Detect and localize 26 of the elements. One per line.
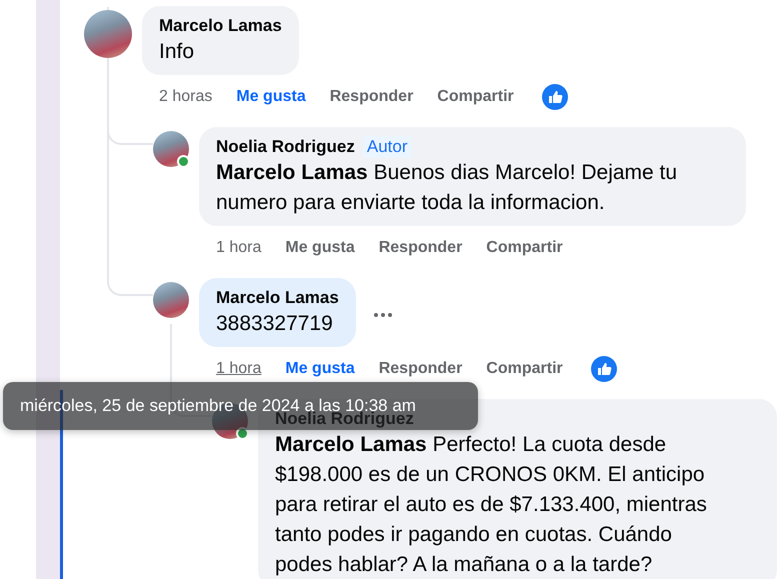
like-reaction-icon[interactable] [590, 356, 617, 382]
like-link[interactable]: Me gusta [236, 88, 306, 106]
author-name[interactable]: Noelia Rodriguez [216, 136, 355, 158]
avatar-photo-placeholder[interactable] [84, 10, 132, 58]
reply-link[interactable]: Responder [378, 360, 462, 378]
like-reaction-icon[interactable] [542, 84, 568, 110]
timestamp-link[interactable]: 2 horas [159, 88, 212, 106]
reply-link[interactable]: Responder [330, 88, 414, 106]
comment-text: Marcelo Lamas Buenos dias Marcelo! Dejame tu numero para enviarte toda la informacion. [216, 160, 678, 216]
author-name[interactable]: Marcelo Lamas [216, 287, 339, 309]
avatar-photo-placeholder[interactable] [153, 282, 189, 318]
like-link[interactable]: Me gusta [285, 239, 355, 257]
timestamp-link[interactable]: 1 hora [216, 239, 262, 257]
share-link[interactable]: Compartir [486, 239, 563, 257]
avatar-photo-placeholder[interactable] [153, 131, 189, 167]
timestamp-link[interactable]: 1 hora [216, 360, 262, 378]
like-link[interactable]: Me gusta [285, 360, 355, 378]
share-link[interactable]: Compartir [486, 360, 563, 378]
reply-link[interactable]: Responder [378, 239, 462, 257]
comment-text: 3883327719 [216, 311, 334, 337]
comment-text: Info [159, 39, 196, 65]
more-options-icon[interactable] [374, 312, 392, 316]
author-name[interactable]: Marcelo Lamas [159, 15, 282, 37]
share-link[interactable]: Compartir [437, 88, 514, 106]
comment-text: Marcelo Lamas Perfecto! La cuota desde $198.000 es de un CRONOS 0KM. El anticipo para retirar el auto es de $7.133.400, mientras tanto podes ir pagando en cuotas. Cuándo podes hablar? A la mañana o a la tarde? [275, 432, 708, 578]
author-badge: Autor [362, 136, 412, 158]
